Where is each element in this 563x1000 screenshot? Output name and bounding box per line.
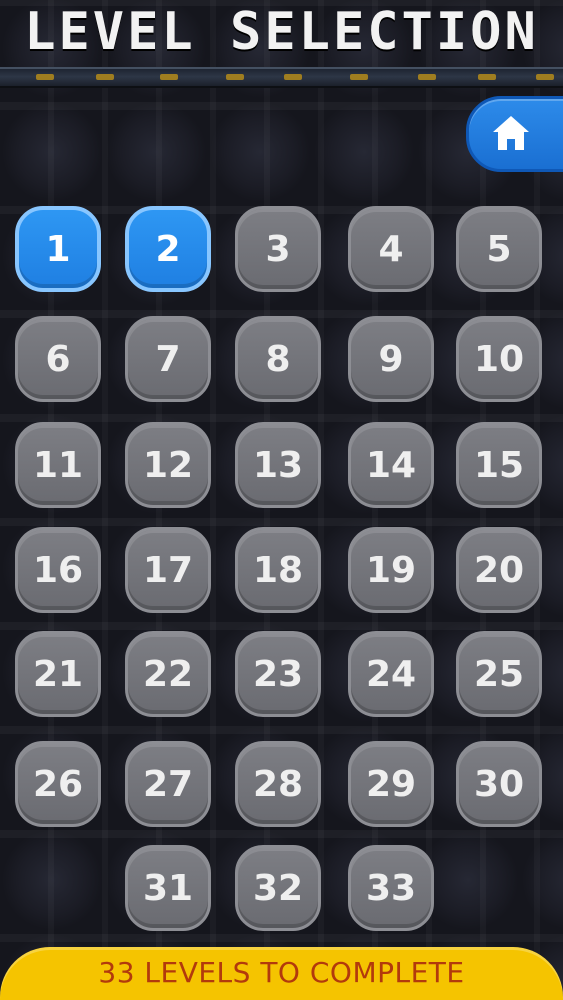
level-button-10[interactable]: 10 xyxy=(456,316,542,402)
level-button-7[interactable]: 7 xyxy=(125,316,211,402)
level-button-5[interactable]: 5 xyxy=(456,206,542,292)
level-button-33[interactable]: 33 xyxy=(348,845,434,931)
level-button-12[interactable]: 12 xyxy=(125,422,211,508)
level-button-31[interactable]: 31 xyxy=(125,845,211,931)
level-button-11[interactable]: 11 xyxy=(15,422,101,508)
level-button-9[interactable]: 9 xyxy=(348,316,434,402)
level-button-14[interactable]: 14 xyxy=(348,422,434,508)
level-button-20[interactable]: 20 xyxy=(456,527,542,613)
level-button-2[interactable]: 2 xyxy=(125,206,211,292)
level-button-3[interactable]: 3 xyxy=(235,206,321,292)
level-button-17[interactable]: 17 xyxy=(125,527,211,613)
level-button-23[interactable]: 23 xyxy=(235,631,321,717)
level-button-27[interactable]: 27 xyxy=(125,741,211,827)
level-button-26[interactable]: 26 xyxy=(15,741,101,827)
level-button-13[interactable]: 13 xyxy=(235,422,321,508)
level-button-22[interactable]: 22 xyxy=(125,631,211,717)
level-button-8[interactable]: 8 xyxy=(235,316,321,402)
level-button-6[interactable]: 6 xyxy=(15,316,101,402)
level-button-30[interactable]: 30 xyxy=(456,741,542,827)
level-button-19[interactable]: 19 xyxy=(348,527,434,613)
levels-remaining-banner: 33 LEVELS TO COMPLETE xyxy=(0,947,563,1000)
level-button-1[interactable]: 1 xyxy=(15,206,101,292)
level-button-18[interactable]: 18 xyxy=(235,527,321,613)
level-button-24[interactable]: 24 xyxy=(348,631,434,717)
level-button-16[interactable]: 16 xyxy=(15,527,101,613)
level-button-21[interactable]: 21 xyxy=(15,631,101,717)
level-button-32[interactable]: 32 xyxy=(235,845,321,931)
level-button-25[interactable]: 25 xyxy=(456,631,542,717)
level-grid: 1 2 3 4 5 6 7 8 9 10 11 12 13 14 15 16 17 18 19 20 21 22 23 24 2… xyxy=(0,0,563,1000)
level-button-29[interactable]: 29 xyxy=(348,741,434,827)
level-button-28[interactable]: 28 xyxy=(235,741,321,827)
level-button-15[interactable]: 15 xyxy=(456,422,542,508)
level-button-4[interactable]: 4 xyxy=(348,206,434,292)
